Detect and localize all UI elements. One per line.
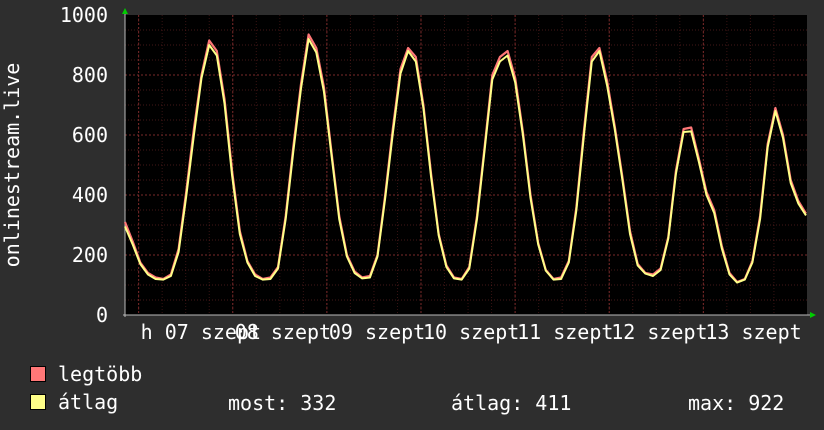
x-tick-label: 11 szept [517, 320, 613, 344]
stat-max: max: 922 [688, 391, 785, 415]
y-axis: 0 200 400 600 800 1000 [60, 3, 108, 327]
stat-now: most: 332 [228, 391, 337, 415]
y-tick-label: 1000 [60, 3, 108, 27]
legend-max-swatch [30, 366, 46, 382]
stat-average: átlag: 411 [451, 391, 572, 415]
legend-max: legtöbb [30, 362, 143, 386]
y-tick-label: 200 [72, 243, 108, 267]
x-tick-label: 13 szept [705, 320, 801, 344]
y-tick-label: 0 [96, 303, 108, 327]
x-tick-label: 08 szept [235, 320, 331, 344]
x-axis-arrow [810, 312, 816, 318]
y-tick-label: 600 [72, 123, 108, 147]
legend-avg: átlag [30, 390, 119, 414]
legend-avg-label: átlag [58, 390, 119, 414]
x-tick-label: 10 szept [423, 320, 519, 344]
y-tick-label: 400 [72, 183, 108, 207]
x-axis: h 07 szept08 szept09 szept10 szept11 sze… [141, 320, 802, 344]
y-tick-label: 800 [72, 63, 108, 87]
y-axis-arrow [122, 8, 128, 14]
legend-max-label: legtöbb [58, 362, 143, 386]
traffic-chart: 0 200 400 600 800 1000 h 07 szept08 szept09 s… [0, 3, 816, 344]
x-tick-label: 12 szept [611, 320, 707, 344]
legend-avg-swatch [30, 394, 46, 410]
y-axis-label: onlinestream.live [0, 63, 24, 268]
x-tick-label: 09 szept [329, 320, 425, 344]
